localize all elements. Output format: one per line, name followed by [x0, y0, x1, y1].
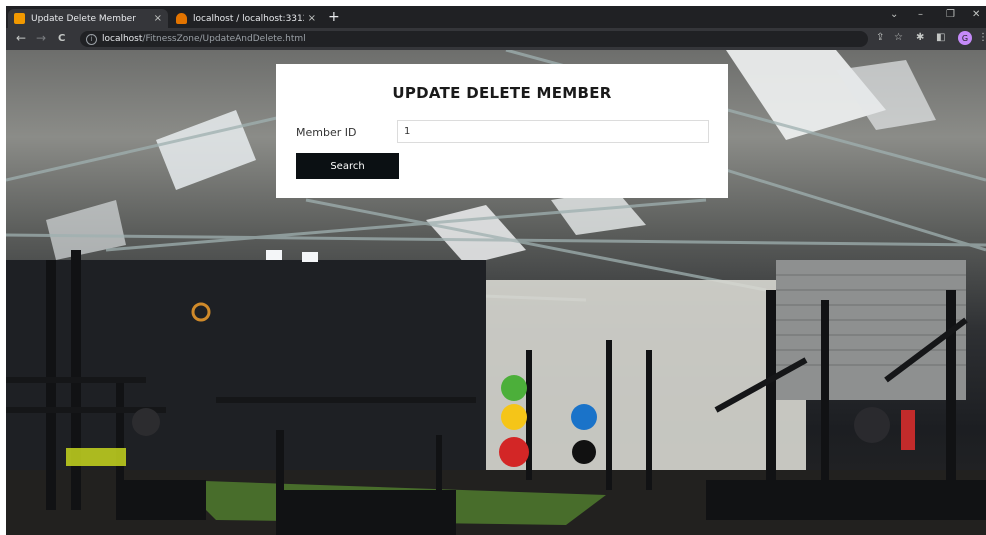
side-panel-icon[interactable]: ◧: [936, 32, 945, 43]
tab-search-icon[interactable]: ⌄: [890, 9, 898, 20]
tab-phpmyadmin[interactable]: localhost / localhost:3312 / fitnes ×: [170, 9, 322, 28]
url-path: /FitnessZone/UpdateAndDelete.html: [142, 34, 306, 44]
tab-update-delete-member[interactable]: Update Delete Member ×: [8, 9, 168, 28]
close-window-button[interactable]: ✕: [972, 9, 980, 20]
forward-icon[interactable]: →: [36, 31, 46, 45]
new-tab-button[interactable]: +: [328, 9, 340, 25]
page-title: UPDATE DELETE MEMBER: [392, 84, 612, 102]
reload-icon[interactable]: C: [58, 33, 65, 44]
share-icon[interactable]: ⇪: [876, 32, 884, 43]
close-tab-icon[interactable]: ×: [154, 13, 162, 24]
member-id-input[interactable]: [397, 120, 709, 143]
search-button[interactable]: Search: [296, 153, 399, 179]
profile-avatar[interactable]: G: [958, 31, 972, 45]
address-bar[interactable]: i localhost /FitnessZone/UpdateAndDelete…: [80, 31, 868, 47]
menu-icon[interactable]: ⋮: [978, 32, 986, 43]
favicon-icon: [14, 13, 25, 24]
member-id-label: Member ID: [296, 126, 357, 139]
close-tab-icon[interactable]: ×: [308, 13, 316, 24]
phpmyadmin-favicon-icon: [176, 13, 187, 24]
back-icon[interactable]: ←: [16, 31, 26, 45]
site-info-icon[interactable]: i: [86, 33, 97, 45]
tab-title: localhost / localhost:3312 / fitnes: [193, 13, 304, 24]
maximize-button[interactable]: ❐: [946, 9, 955, 20]
browser-window: Update Delete Member × localhost / local…: [6, 6, 986, 535]
extensions-icon[interactable]: ✱: [916, 32, 924, 43]
tab-strip: Update Delete Member × localhost / local…: [6, 6, 986, 28]
update-delete-member-form: UPDATE DELETE MEMBER Member ID Search: [276, 64, 728, 198]
browser-toolbar: ← → C i localhost /FitnessZone/UpdateAnd…: [6, 28, 986, 50]
bookmark-star-icon[interactable]: ☆: [894, 32, 903, 43]
minimize-button[interactable]: –: [918, 9, 923, 20]
url-host: localhost: [102, 34, 143, 44]
page-viewport: UPDATE DELETE MEMBER Member ID Search: [6, 50, 986, 535]
tab-title: Update Delete Member: [31, 13, 136, 24]
